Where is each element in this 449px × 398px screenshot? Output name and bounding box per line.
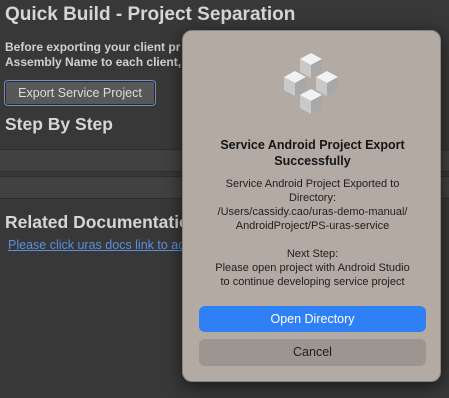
- uras-docs-link[interactable]: Please click uras docs link to ac: [8, 238, 184, 252]
- dialog-message-line-3: /Users/cassidy.cao/uras-demo-manual/: [217, 206, 408, 218]
- next-step-line-2: to continue developing service project: [220, 276, 405, 288]
- export-success-dialog: Service Android Project Export Successfu…: [182, 30, 441, 382]
- open-directory-button[interactable]: Open Directory: [199, 306, 426, 332]
- next-step-heading: Next Step:: [286, 248, 339, 260]
- unity-cube-logo-icon: [284, 53, 338, 114]
- dialog-message-line-4: AndroidProject/PS-uras-service: [235, 220, 390, 232]
- dialog-title: Service Android Project Export Successfu…: [220, 138, 405, 168]
- next-step-line-1: Please open project with Android Studio: [215, 262, 410, 274]
- dialog-message-line-2: Directory:: [288, 192, 337, 204]
- step-by-step-heading: Step By Step: [5, 114, 113, 134]
- related-docs-heading: Related Documentatio: [5, 212, 190, 232]
- export-service-project-button[interactable]: Export Service Project: [4, 80, 156, 106]
- window-title: Quick Build - Project Separation: [5, 4, 296, 25]
- dialog-message-line-1: Service Android Project Exported to: [225, 178, 400, 190]
- editor-window: Quick Build - Project Separation Before …: [0, 0, 449, 398]
- cancel-button[interactable]: Cancel: [199, 339, 426, 366]
